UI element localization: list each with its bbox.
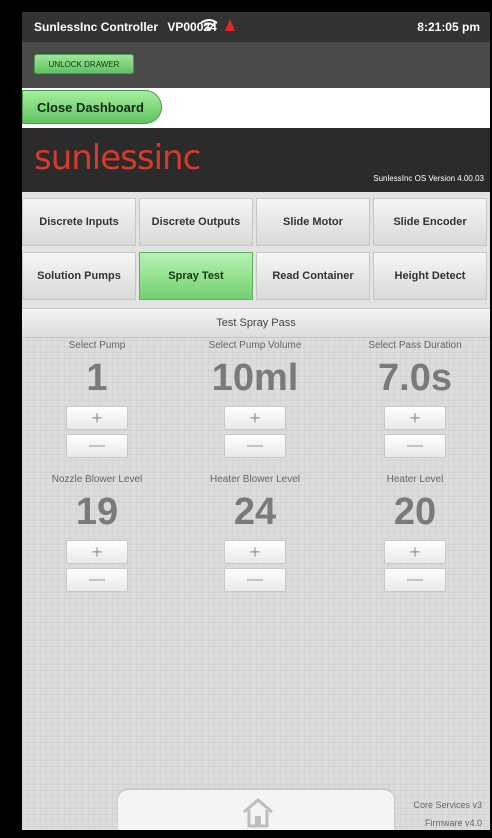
decrease-button[interactable]: — (224, 434, 286, 458)
close-dashboard-button[interactable]: Close Dashboard (22, 90, 162, 124)
tab-slide-motor[interactable]: Slide Motor (256, 198, 370, 246)
tab-spray-test[interactable]: Spray Test (139, 252, 253, 300)
section-title: Test Spray Pass (22, 308, 490, 338)
control-value: 7.0s (378, 357, 452, 399)
logo-main: sunless (34, 138, 155, 178)
app-screen: SunlessInc Controller VP00024 8:21:05 pm… (22, 12, 490, 830)
logo-sub: inc (153, 138, 202, 178)
firmware-version: Firmware v4.0 (424, 818, 482, 828)
control-label: Nozzle Blower Level (51, 474, 143, 485)
decrease-button[interactable]: — (66, 434, 128, 458)
control-select-pump: Select Pump 1 + — (22, 340, 172, 458)
decrease-button[interactable]: — (66, 568, 128, 592)
tab-slide-encoder[interactable]: Slide Encoder (373, 198, 487, 246)
brand-logo: sunlessinc (34, 138, 202, 178)
status-time: 8:21:05 pm (417, 20, 480, 34)
tab-solution-pumps[interactable]: Solution Pumps (22, 252, 136, 300)
increase-button[interactable]: + (66, 406, 128, 430)
control-value: 24 (233, 491, 277, 533)
alert-icon (225, 19, 235, 31)
version-info: Core Services v3 Firmware v4.0 (413, 796, 482, 830)
control-value: 1 (86, 357, 108, 399)
control-heater-blower-level: Heater Blower Level 24 + — (180, 474, 330, 592)
decrease-button[interactable]: — (224, 568, 286, 592)
core-services-version: Core Services v3 (413, 800, 482, 810)
home-icon[interactable] (240, 796, 276, 828)
control-value: 20 (393, 491, 437, 533)
tab-discrete-inputs[interactable]: Discrete Inputs (22, 198, 136, 246)
unlock-drawer-button[interactable]: UNLOCK DRAWER (34, 54, 134, 74)
control-label: Select Pump Volume (208, 340, 302, 351)
control-label: Heater Level (386, 474, 444, 485)
increase-button[interactable]: + (384, 540, 446, 564)
increase-button[interactable]: + (224, 406, 286, 430)
control-label: Select Pump (68, 340, 126, 351)
increase-button[interactable]: + (66, 540, 128, 564)
tab-discrete-outputs[interactable]: Discrete Outputs (139, 198, 253, 246)
wifi-icon (200, 19, 218, 31)
status-bar: SunlessInc Controller VP00024 8:21:05 pm (22, 12, 490, 42)
control-nozzle-blower-level: Nozzle Blower Level 19 + — (22, 474, 172, 592)
increase-button[interactable]: + (384, 406, 446, 430)
tab-height-detect[interactable]: Height Detect (373, 252, 487, 300)
decrease-button[interactable]: — (384, 568, 446, 592)
tab-read-container[interactable]: Read Container (256, 252, 370, 300)
control-label: Heater Blower Level (209, 474, 301, 485)
app-title: SunlessInc Controller (34, 20, 159, 34)
control-heater-level: Heater Level 20 + — (340, 474, 490, 592)
control-select-pass-duration: Select Pass Duration 7.0s + — (340, 340, 490, 458)
os-version: SunlessInc OS Version 4.00.03 (373, 174, 484, 183)
decrease-button[interactable]: — (384, 434, 446, 458)
control-value: 19 (75, 491, 119, 533)
status-title: SunlessInc Controller VP00024 (34, 20, 217, 34)
control-label: Select Pass Duration (368, 340, 462, 351)
increase-button[interactable]: + (224, 540, 286, 564)
control-value: 10ml (211, 357, 299, 399)
control-select-pump-volume: Select Pump Volume 10ml + — (180, 340, 330, 458)
